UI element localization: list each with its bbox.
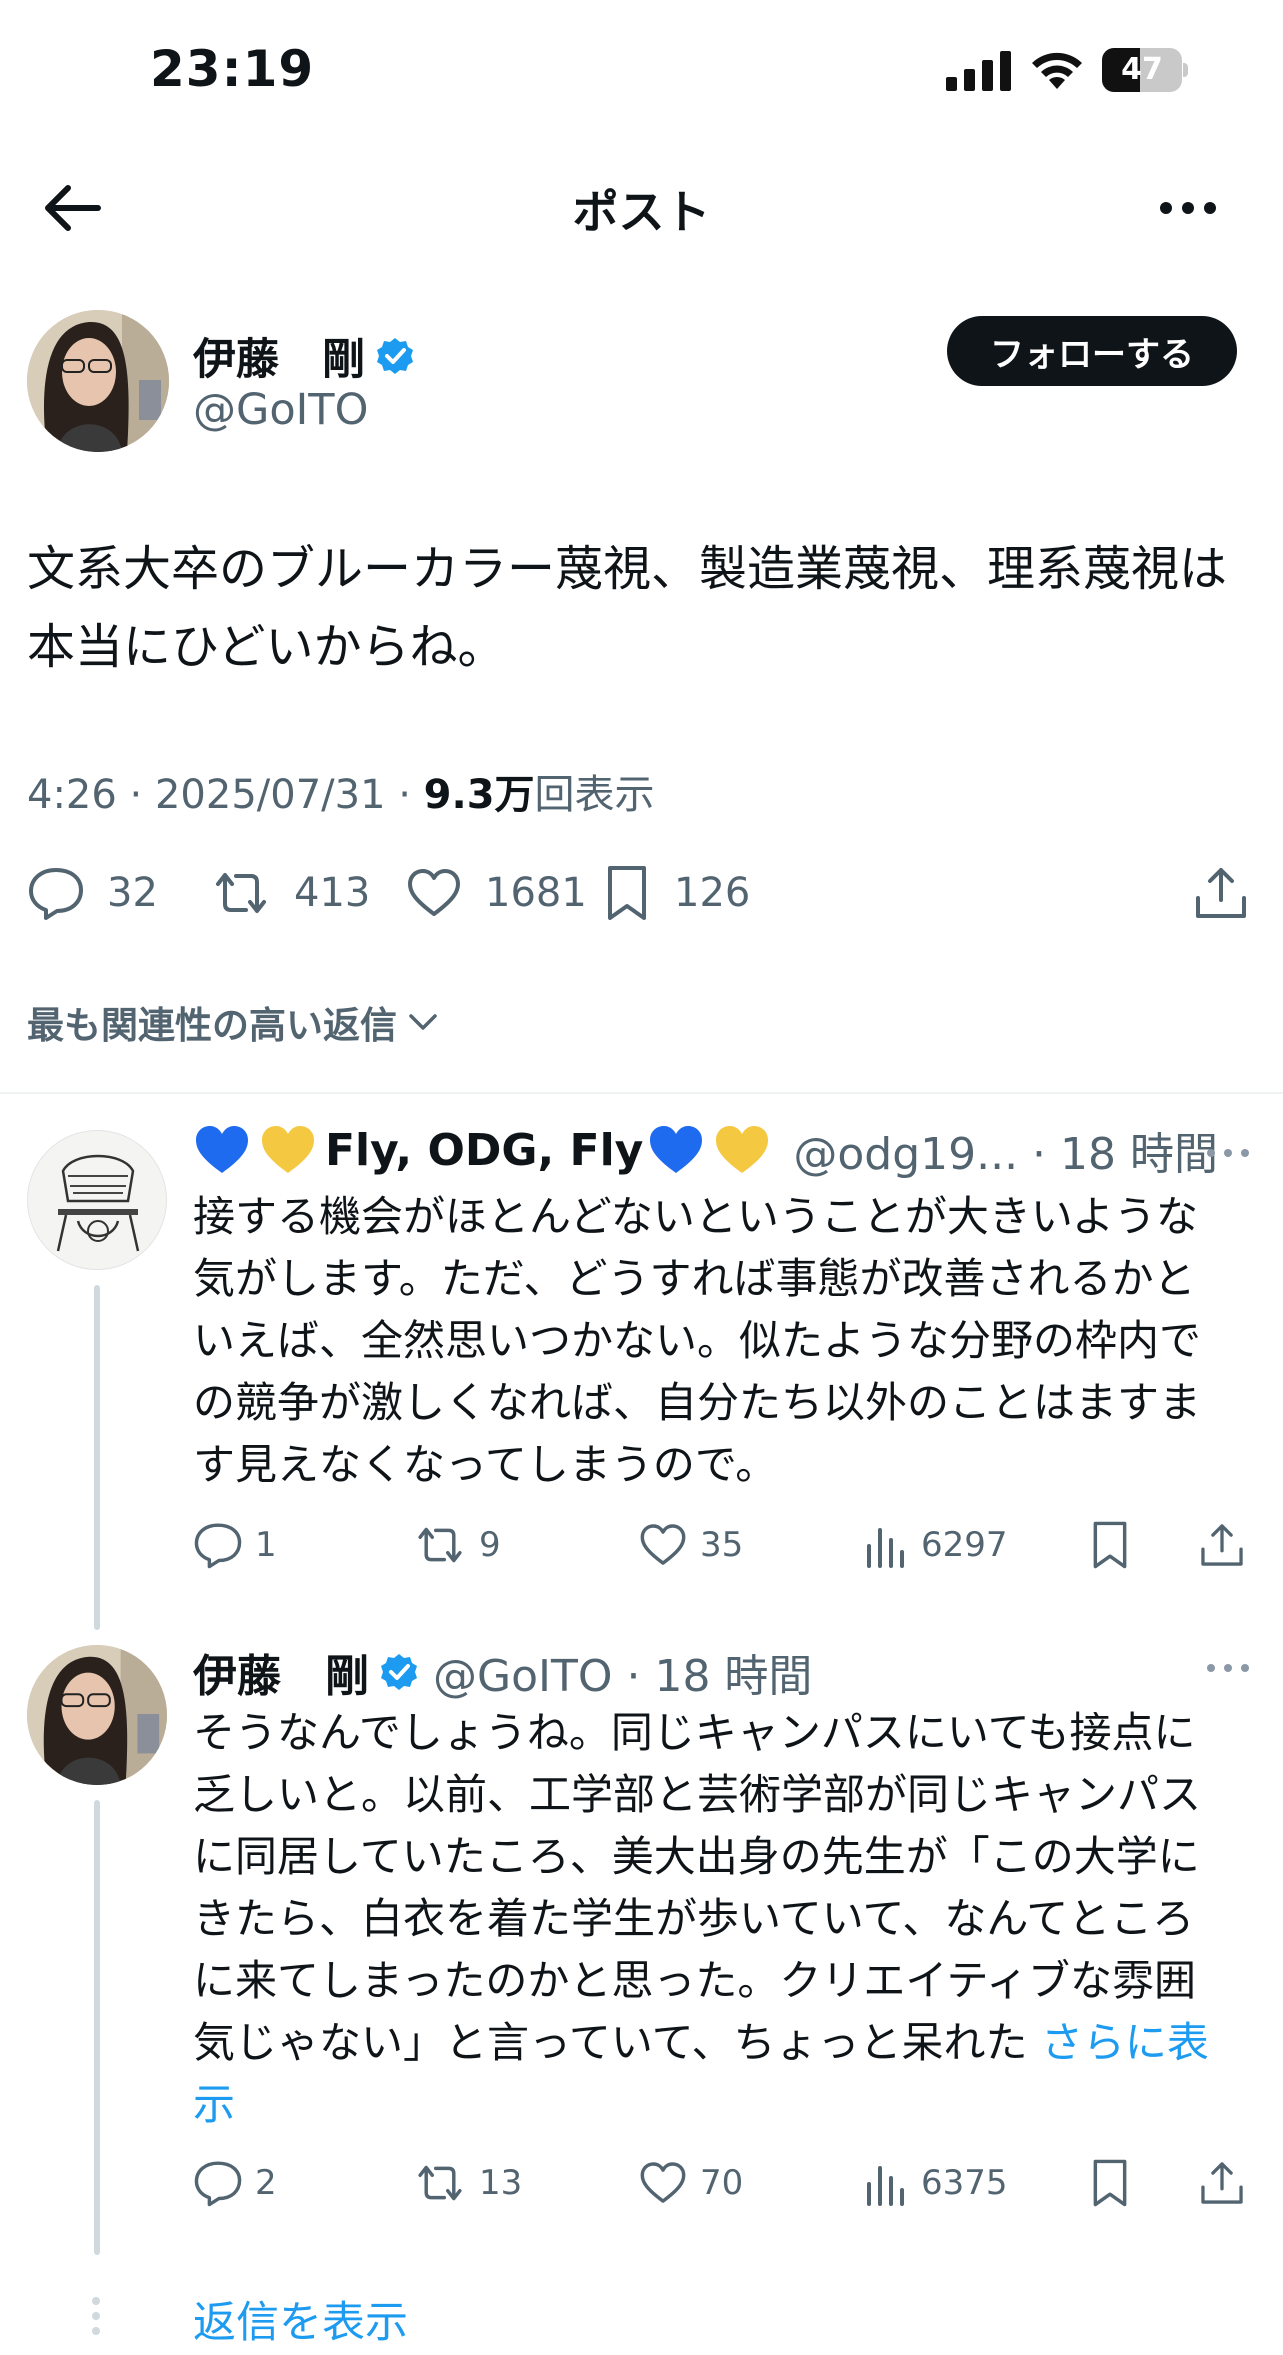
share-button[interactable] — [1192, 862, 1250, 924]
reply-avatar[interactable] — [27, 1645, 167, 1785]
reply-more-icon[interactable] — [1203, 1143, 1253, 1163]
like-button[interactable]: 70 — [638, 2155, 743, 2211]
reply-header: Fly, ODG, Fly @odg19... · 18 時間 — [193, 1118, 1218, 1182]
yellow-heart-icon — [262, 1126, 314, 1173]
reply-text: そうなんでしょうね。同じキャンパスにいても接点に乏しいと。以前、工学部と芸術学部… — [193, 1702, 1233, 2136]
post-actions: 32 413 1681 126 — [27, 862, 1257, 924]
analytics-icon — [867, 1528, 904, 1568]
repost-count: 13 — [479, 2163, 523, 2203]
bookmark-button[interactable] — [1088, 2155, 1132, 2211]
reply-author-name[interactable]: Fly, ODG, Fly — [193, 1121, 779, 1179]
heart-icon — [640, 2162, 686, 2203]
show-replies-link[interactable]: 返信を表示 — [193, 2288, 408, 2350]
verified-badge-icon — [377, 338, 413, 374]
cellular-signal-icon — [946, 51, 1011, 91]
blue-heart-icon — [196, 1126, 248, 1173]
wifi-icon — [1032, 52, 1082, 89]
like-count: 35 — [700, 1525, 744, 1565]
status-icons: 47 — [946, 48, 1188, 92]
view-count: 9.3万 — [423, 772, 535, 818]
page-title: ポスト — [572, 185, 711, 239]
repost-icon — [418, 2165, 462, 2201]
bookmark-icon — [1093, 1521, 1127, 1569]
view-count: 6375 — [921, 2163, 1008, 2203]
view-count: 6297 — [921, 1525, 1008, 1565]
repost-count: 413 — [294, 870, 371, 916]
bookmark-count: 126 — [674, 870, 751, 916]
top-nav: ポスト — [0, 150, 1283, 265]
bookmark-icon — [1093, 2159, 1127, 2207]
post-text: 文系大卒のブルーカラー蔑視、製造業蔑視、理系蔑視は本当にひどいからね。 — [27, 541, 1228, 675]
reply-author-name[interactable]: 伊藤 剛 — [193, 1640, 419, 1704]
like-button[interactable]: 1681 — [405, 862, 587, 924]
share-icon — [1196, 868, 1246, 918]
reply-button[interactable]: 32 — [27, 862, 158, 924]
status-time: 23:19 — [150, 40, 315, 98]
like-count: 70 — [700, 2163, 744, 2203]
post-timestamp: 4:26 · 2025/07/31 · — [27, 772, 424, 818]
reply-header: 伊藤 剛 @GoITO · 18 時間 — [193, 1640, 812, 1704]
reply-actions: 2 13 70 6375 — [193, 2155, 1243, 2211]
reply-more-icon[interactable] — [1203, 1658, 1253, 1678]
verified-badge-icon — [381, 1654, 417, 1690]
share-icon — [1201, 2162, 1243, 2204]
views-button[interactable]: 6297 — [863, 1517, 1008, 1573]
bookmark-icon — [608, 866, 646, 920]
reply-text-body: そうなんでしょうね。同じキャンパスにいても接点に乏しいと。以前、工学部と芸術学部… — [193, 1708, 1202, 2067]
views-button[interactable]: 6375 — [863, 2155, 1008, 2211]
avatar[interactable] — [27, 310, 169, 452]
bookmark-button[interactable] — [1088, 1517, 1132, 1573]
more-options-icon[interactable] — [1153, 178, 1223, 238]
reply-icon — [29, 868, 83, 920]
replies-sort-dropdown[interactable]: 最も関連性の高い返信 — [27, 995, 441, 1049]
chevron-down-icon — [409, 1014, 437, 1030]
battery-percent: 47 — [1121, 52, 1163, 87]
reply-actions: 1 9 35 6297 — [193, 1517, 1243, 1573]
reply-button[interactable]: 2 — [193, 2155, 277, 2211]
repost-button[interactable]: 413 — [210, 862, 370, 924]
divider — [0, 1092, 1283, 1094]
yellow-heart-icon — [716, 1126, 769, 1173]
repost-button[interactable]: 9 — [413, 1517, 501, 1573]
heart-icon — [408, 869, 460, 916]
reply-avatar[interactable] — [27, 1130, 167, 1270]
thread-dots-icon — [92, 2297, 100, 2335]
reply-count: 32 — [107, 870, 158, 916]
reply-icon — [194, 1523, 242, 1569]
reply-handle-time: @GoITO · 18 時間 — [433, 1651, 813, 1702]
repost-button[interactable]: 13 — [413, 2155, 522, 2211]
thread-line — [94, 1285, 100, 1630]
reply-handle-time: @odg19... · 18 時間 — [793, 1129, 1219, 1180]
status-bar: 23:19 47 — [0, 0, 1283, 150]
reply-text: 接する機会がほとんどないということが大きいような気がします。ただ、どうすれば事態… — [193, 1192, 1202, 1489]
like-button[interactable]: 35 — [638, 1517, 743, 1573]
share-button[interactable] — [1198, 1517, 1246, 1573]
author-name[interactable]: 伊藤 剛 — [193, 325, 415, 387]
repost-count: 9 — [479, 1525, 501, 1565]
view-count-label: 回表示 — [534, 772, 655, 818]
share-button[interactable] — [1198, 2155, 1246, 2211]
post-author: 伊藤 剛 @GoITO フォローする — [27, 310, 1267, 455]
thread-line — [94, 1800, 100, 2255]
battery-icon: 47 — [1102, 48, 1188, 92]
blue-heart-icon — [650, 1126, 703, 1173]
reply-button[interactable]: 1 — [193, 1517, 277, 1573]
replies-sort-label: 最も関連性の高い返信 — [27, 1004, 397, 1047]
heart-icon — [640, 1524, 686, 1565]
repost-icon — [216, 873, 266, 913]
author-handle[interactable]: @GoITO — [193, 385, 368, 435]
bookmark-button[interactable]: 126 — [602, 862, 750, 924]
reply-count: 1 — [255, 1525, 277, 1565]
reply-count: 2 — [255, 2163, 277, 2203]
follow-button[interactable]: フォローする — [947, 316, 1237, 386]
share-icon — [1201, 1524, 1243, 1566]
repost-icon — [418, 1527, 462, 1563]
post-meta: 4:26 · 2025/07/31 · 9.3万回表示 — [27, 762, 655, 820]
analytics-icon — [867, 2166, 904, 2206]
reply-icon — [194, 2161, 242, 2207]
like-count: 1681 — [485, 870, 587, 916]
